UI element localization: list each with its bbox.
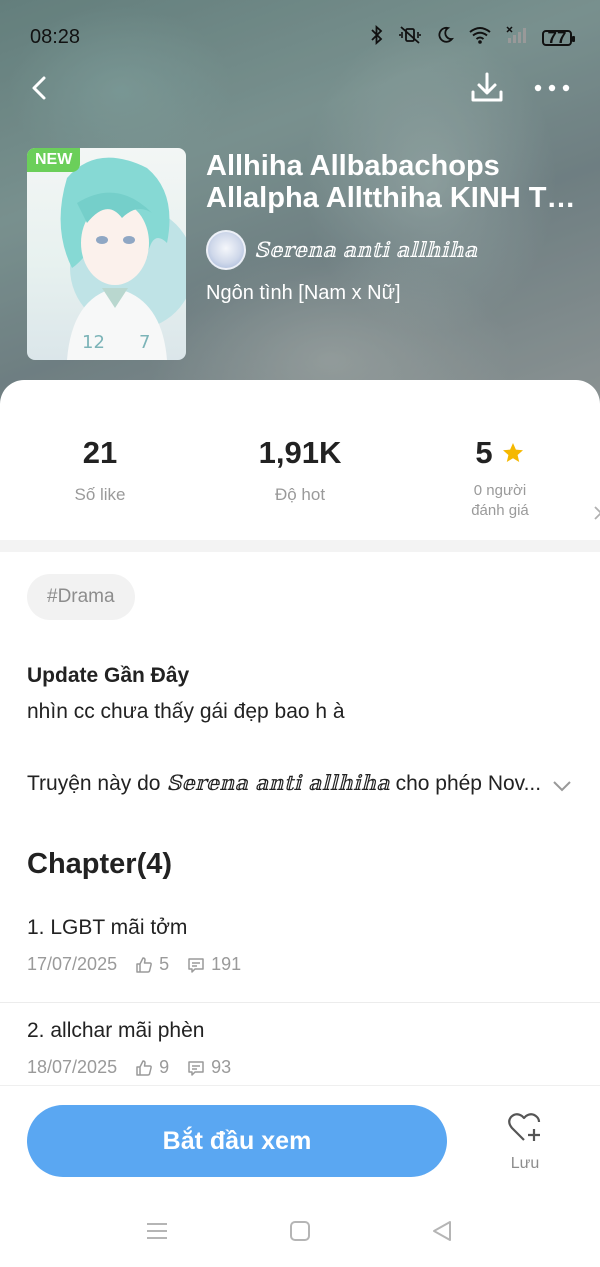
menu-lines-icon (147, 1223, 167, 1239)
new-badge: NEW (27, 148, 81, 172)
chapter-meta: 18/07/2025 9 93 (27, 1057, 231, 1078)
status-icons: 77 (370, 24, 575, 50)
rating-label-line-1: 0 người (473, 482, 527, 499)
save-label: Lưu (510, 1155, 540, 1172)
chapter-title: 1. LGBT mãi tởm (27, 916, 188, 939)
comment-icon (188, 1060, 204, 1076)
back-button[interactable] (22, 70, 58, 106)
square-icon (290, 1221, 310, 1241)
more-options-button[interactable] (532, 70, 572, 106)
system-navigation-bar (0, 1196, 600, 1266)
chevron-left-icon (32, 76, 46, 100)
chapter-date: 18/07/2025 (27, 1057, 118, 1077)
author-link[interactable]: 𝕊𝕖𝕣𝕖𝕟𝕒 𝕒𝕟𝕥𝕚 𝕒𝕝𝕝𝕙𝕚𝕙𝕒 (206, 230, 477, 270)
chapter-likes: 9 (159, 1057, 170, 1077)
likes-label: Số like (74, 485, 126, 504)
battery-icon: 77 (542, 27, 575, 47)
chevron-down-icon (553, 781, 571, 792)
description-suffix: cho phép Nov... (389, 772, 542, 795)
comment-icon (188, 957, 204, 973)
description-author: 𝕊𝕖𝕣𝕖𝕟𝕒 𝕒𝕟𝕥𝕚 𝕒𝕝𝕝𝕙𝕚𝕙𝕒 (166, 771, 390, 795)
download-button[interactable] (467, 68, 507, 108)
author-name: 𝕊𝕖𝕣𝕖𝕟𝕒 𝕒𝕟𝕥𝕚 𝕒𝕝𝕝𝕙𝕚𝕙𝕒 (254, 238, 478, 262)
chapter-heading: Chapter(4) (27, 848, 173, 880)
story-cover-image[interactable]: NEW 12 7 (27, 148, 186, 360)
cover-illustration: 12 7 (60, 157, 186, 360)
story-description[interactable]: Truyện này do 𝕊𝕖𝕣𝕖𝕟𝕒 𝕒𝕟𝕥𝕚 𝕒𝕝𝕝𝕙𝕚𝕙𝕒 cho ph… (27, 771, 547, 796)
start-reading-button[interactable]: Bắt đầu xem (27, 1105, 447, 1177)
svg-text:7: 7 (139, 332, 150, 353)
update-heading: Update Gần Đây (27, 664, 190, 687)
chapter-title: 2. allchar mãi phèn (27, 1019, 205, 1042)
top-navigation (0, 64, 600, 114)
expand-description-button[interactable] (548, 774, 576, 798)
story-title-line-2: Allalpha Alltthiha KINH TỞM (206, 182, 586, 214)
system-back-button[interactable] (429, 1218, 455, 1244)
rating-count-label: 0 người đánh giá (400, 481, 600, 521)
moon-icon (436, 26, 454, 49)
author-avatar (206, 230, 246, 270)
hot-label: Độ hot (274, 485, 326, 504)
stat-rating[interactable]: 5 0 người đánh giá (400, 435, 600, 521)
rating-value: 5 (475, 435, 493, 470)
hot-value: 1,91K (258, 435, 342, 470)
story-title-line-1: Allhiha Allbabachops (206, 150, 500, 182)
rating-value-row: 5 (475, 435, 524, 471)
triangle-back-icon (433, 1221, 451, 1241)
likes-value: 21 (82, 435, 118, 470)
star-icon (502, 443, 523, 462)
bottom-action-bar: Bắt đầu xem Lưu (0, 1085, 600, 1267)
wifi-icon (468, 26, 492, 49)
battery-level: 77 (547, 27, 567, 47)
story-title: Allhiha Allbabachops Allalpha Alltthiha … (206, 150, 586, 214)
chapter-comments: 191 (211, 954, 242, 974)
mute-vibrate-icon (398, 25, 422, 50)
stat-likes: 21 Số like (0, 435, 200, 505)
stats-row: 21 Số like 1,91K Độ hot 5 0 người đánh g… (0, 435, 600, 545)
stat-hot: 1,91K Độ hot (200, 435, 400, 505)
rating-label-line-2: đánh giá (471, 502, 529, 519)
bluetooth-icon (370, 24, 384, 50)
signal-icon (506, 26, 528, 49)
heart-plus-icon (508, 1113, 541, 1141)
more-dots-icon (534, 84, 570, 92)
download-icon (471, 72, 503, 102)
thumbs-up-icon (136, 1059, 152, 1076)
save-button[interactable]: Lưu (495, 1110, 555, 1180)
home-button[interactable] (287, 1218, 313, 1244)
description-prefix: Truyện này do (27, 772, 167, 795)
chevron-right-icon (592, 505, 600, 526)
status-time: 08:28 (30, 26, 81, 48)
chapter-meta: 17/07/2025 5 191 (27, 954, 241, 975)
story-genre: Ngôn tình [Nam x Nữ] (206, 282, 401, 304)
tag-drama[interactable]: #Drama (27, 574, 135, 620)
chapter-item[interactable]: 1. LGBT mãi tởm 17/07/2025 5 191 (0, 916, 600, 1016)
status-bar: 08:28 77 (0, 0, 600, 74)
chapter-divider (0, 1002, 600, 1003)
update-text: nhìn cc chưa thấy gái đẹp bao h à (27, 700, 345, 723)
chapter-date: 17/07/2025 (27, 954, 118, 974)
recent-apps-button[interactable] (144, 1218, 170, 1244)
svg-text:12: 12 (82, 332, 105, 353)
chapter-likes: 5 (159, 954, 170, 974)
thumbs-up-icon (136, 956, 152, 973)
chapter-comments: 93 (211, 1057, 232, 1077)
section-divider (0, 540, 600, 552)
